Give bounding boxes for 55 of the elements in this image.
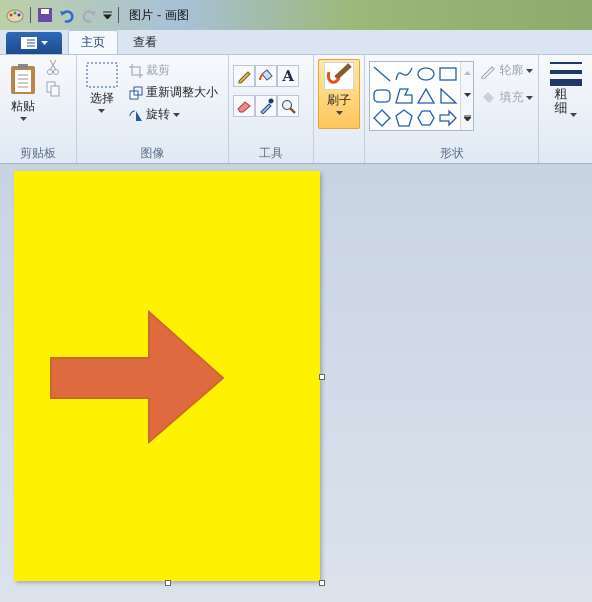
rotate-button[interactable]: 旋转 bbox=[126, 105, 220, 124]
shape-button[interactable] bbox=[372, 108, 392, 128]
window-title: 图片 - 画图 bbox=[129, 6, 189, 24]
ribbon-tab[interactable]: 查看 bbox=[120, 30, 170, 54]
group-label: 剪贴板 bbox=[18, 145, 57, 162]
line-width-icon bbox=[550, 62, 582, 86]
caret-icon bbox=[98, 109, 106, 113]
clipboard-icon bbox=[9, 62, 37, 96]
menu-icon bbox=[20, 37, 36, 49]
crop-icon bbox=[128, 64, 143, 78]
selection-icon bbox=[86, 62, 118, 88]
caret-icon bbox=[336, 111, 343, 115]
pencil-tool-button[interactable] bbox=[233, 65, 256, 87]
caret-icon bbox=[526, 96, 534, 100]
resize-handle[interactable] bbox=[319, 580, 325, 586]
caret-icon bbox=[526, 68, 534, 72]
shape-button[interactable] bbox=[438, 108, 458, 128]
brush-icon bbox=[324, 62, 354, 90]
eraser-tool-button[interactable] bbox=[233, 95, 256, 117]
resize-icon bbox=[128, 86, 143, 100]
shape-button[interactable] bbox=[394, 86, 414, 106]
size-button[interactable]: 粗细 bbox=[544, 59, 587, 120]
paste-button[interactable]: 粘贴 bbox=[4, 59, 42, 124]
scroll-down-icon[interactable] bbox=[464, 93, 471, 97]
ribbon-tab[interactable]: 主页 bbox=[68, 30, 118, 54]
dropdown-icon[interactable] bbox=[103, 11, 112, 19]
caret-icon bbox=[570, 112, 577, 117]
menu-button[interactable] bbox=[6, 32, 62, 54]
group-label: 工具 bbox=[258, 145, 284, 162]
magnifier-tool-button[interactable] bbox=[277, 95, 300, 117]
canvas[interactable] bbox=[14, 171, 320, 581]
expand-icon[interactable] bbox=[464, 115, 471, 121]
text-tool-button[interactable]: A bbox=[277, 65, 300, 87]
group-label: 形状 bbox=[438, 145, 465, 162]
save-icon[interactable] bbox=[37, 7, 53, 23]
select-button[interactable]: 选择 bbox=[80, 59, 123, 116]
caret-icon bbox=[172, 112, 180, 116]
resize-button[interactable]: 重新调整大小 bbox=[126, 83, 220, 102]
shape-button[interactable] bbox=[394, 108, 414, 128]
picker-tool-button[interactable] bbox=[255, 95, 278, 117]
shape-button[interactable] bbox=[372, 64, 392, 84]
resize-handle[interactable] bbox=[319, 374, 325, 380]
group-label: 图像 bbox=[140, 145, 166, 162]
shape-button[interactable] bbox=[438, 86, 458, 106]
caret-icon bbox=[20, 117, 26, 121]
shape-button[interactable] bbox=[416, 108, 436, 128]
shape-button[interactable] bbox=[416, 86, 436, 106]
palette-icon[interactable] bbox=[6, 7, 24, 23]
rotate-icon bbox=[128, 108, 143, 122]
magnifier-icon bbox=[280, 98, 296, 114]
brushes-button[interactable]: 刷子 bbox=[318, 59, 360, 129]
color-picker-icon bbox=[258, 98, 274, 114]
resize-handle[interactable] bbox=[165, 580, 171, 586]
caret-icon bbox=[40, 41, 48, 45]
fill-tool-button[interactable] bbox=[255, 65, 278, 87]
